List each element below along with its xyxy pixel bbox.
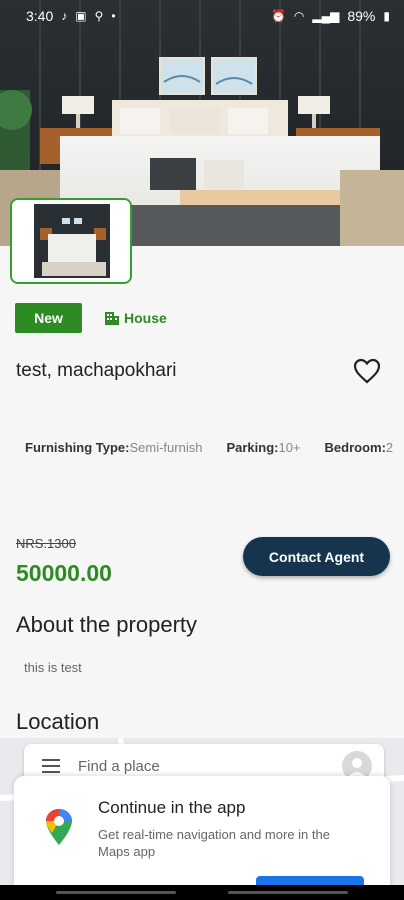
alarm-icon: ⏰	[270, 9, 286, 23]
feature-key: Parking:	[226, 440, 279, 455]
feature-key: Furnishing Type:	[25, 440, 130, 455]
new-badge: New	[15, 303, 82, 333]
feature-value: Semi-furnish	[129, 440, 203, 455]
building-icon	[105, 312, 119, 325]
continue-in-app-sheet[interactable]: Continue in the app Get real-time naviga…	[14, 776, 390, 900]
heart-icon	[353, 358, 381, 384]
feature-value: 10+	[278, 440, 301, 455]
feature-value: 2	[385, 440, 394, 455]
signal-icon: ▂▄▆	[312, 9, 340, 23]
feature-parking: Parking:10+	[226, 440, 300, 455]
old-price: NRS.1300	[16, 536, 76, 551]
tiktok-icon: ♪	[61, 9, 68, 23]
feature-furnishing: Furnishing Type:Semi-furnish	[25, 440, 202, 455]
nav-handle-left	[56, 891, 176, 894]
sheet-title: Continue in the app	[98, 798, 246, 817]
status-bar: 3:40 ♪ ▣ ⚲ • ⏰ ◠ ▂▄▆ 89% ▮	[0, 0, 404, 32]
menu-icon[interactable]	[42, 759, 60, 773]
property-type-label: House	[124, 310, 167, 326]
dot-icon: •	[111, 9, 116, 23]
contact-agent-button[interactable]: Contact Agent	[243, 537, 390, 576]
favorite-button[interactable]	[352, 357, 382, 385]
system-nav-bar	[0, 885, 404, 900]
property-title: test, machapokhari	[16, 360, 177, 381]
status-time: 3:40	[26, 8, 54, 24]
nav-handle-right	[228, 891, 348, 894]
battery-level: 89%	[347, 8, 376, 24]
battery-icon: ▮	[383, 9, 390, 23]
photo-thumbnail[interactable]	[10, 198, 132, 284]
property-type-tag: House	[104, 310, 167, 326]
google-maps-pin-icon	[46, 809, 72, 845]
wifi-icon: ◠	[293, 9, 305, 23]
about-heading: About the property	[16, 612, 198, 637]
about-text: this is test	[24, 660, 82, 675]
gallery-icon: ▣	[75, 9, 87, 23]
feature-key: Bedroom:	[324, 440, 386, 455]
location-icon: ⚲	[94, 9, 104, 23]
features-row[interactable]: Furnishing Type:Semi-furnish Parking:10+…	[25, 440, 404, 455]
feature-bedroom: Bedroom:2	[325, 440, 394, 455]
current-price: 50000.00	[16, 560, 112, 586]
sheet-subtitle: Get real-time navigation and more in the…	[98, 827, 330, 859]
map-search-input[interactable]: Find a place	[78, 758, 342, 775]
thumbnail-image	[12, 200, 130, 282]
location-heading: Location	[16, 709, 100, 734]
